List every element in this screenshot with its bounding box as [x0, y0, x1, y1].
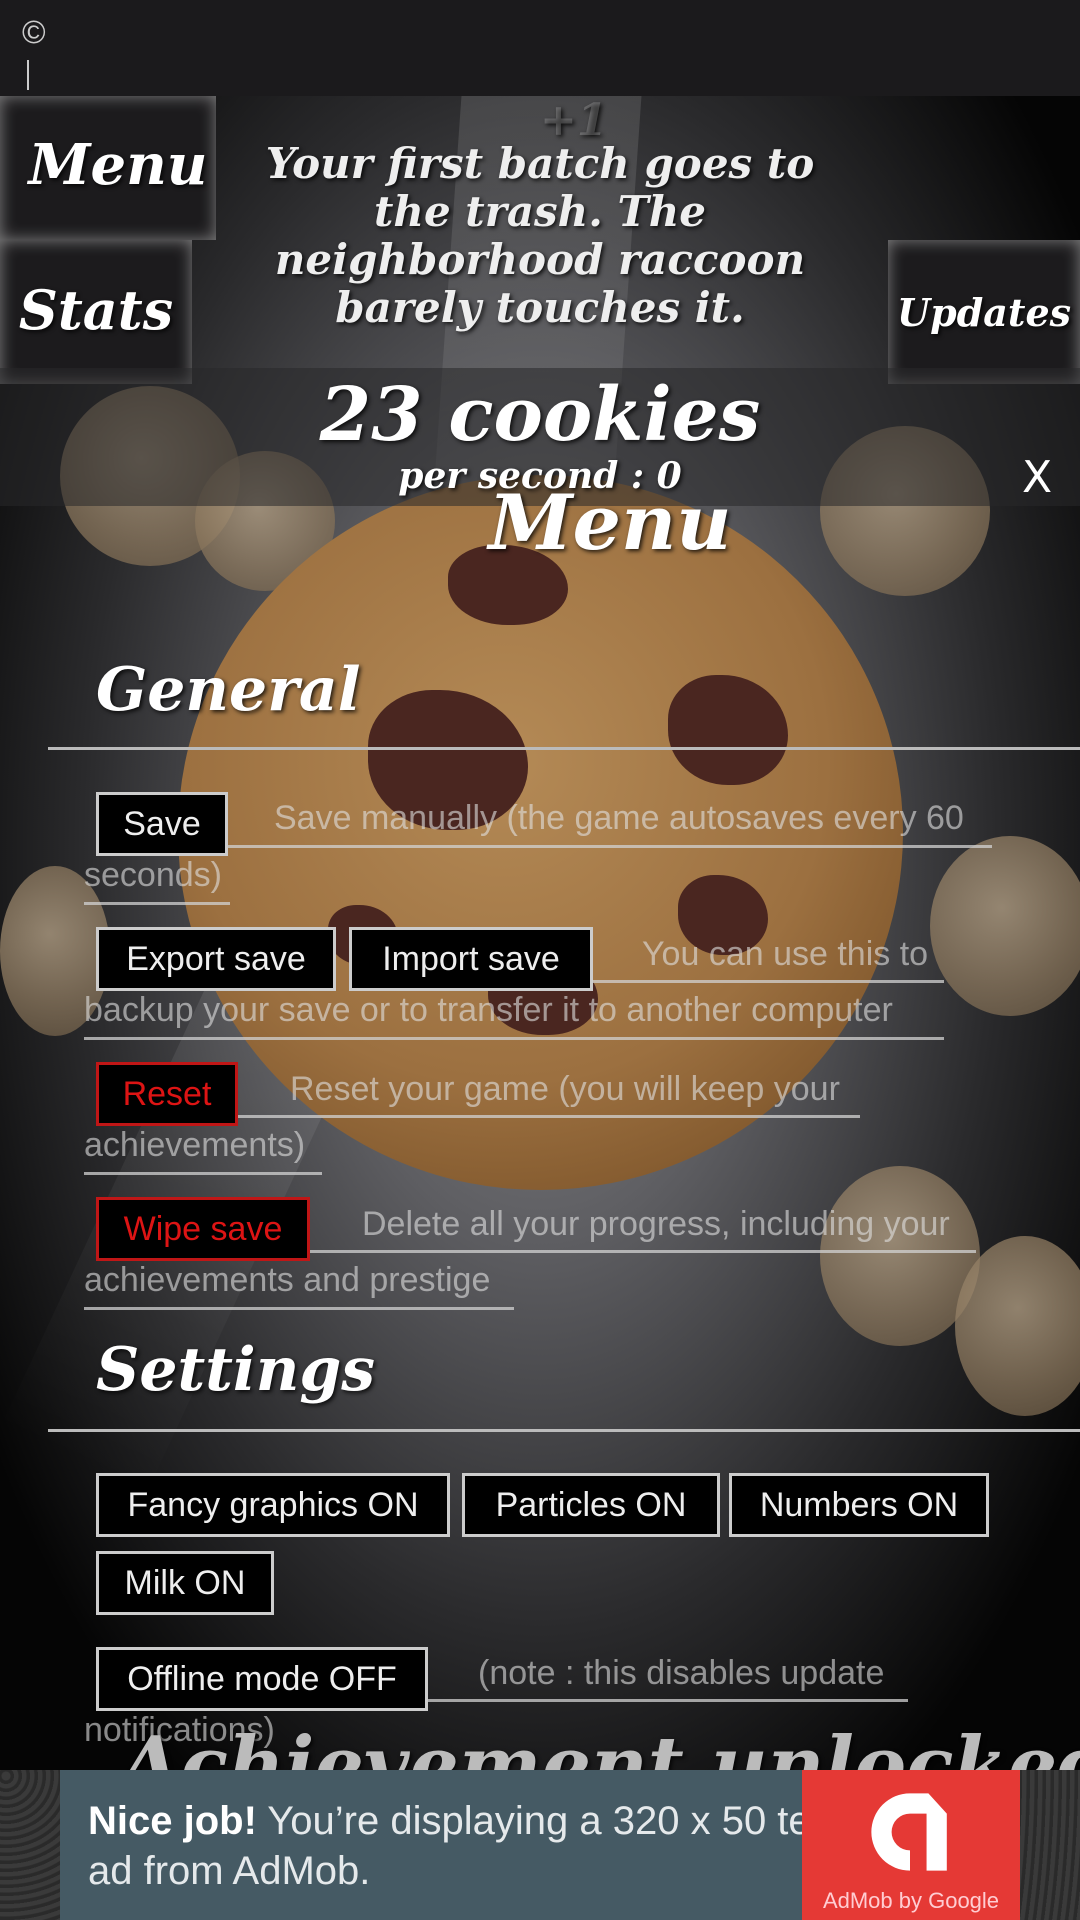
description-underline	[84, 1172, 322, 1175]
import-save-button[interactable]: Import save	[349, 927, 593, 991]
export-save-button[interactable]: Export save	[96, 927, 336, 991]
reset-button[interactable]: Reset	[96, 1062, 238, 1126]
admob-icon	[871, 1793, 947, 1871]
general-section-title: General	[96, 655, 361, 725]
description-underline	[592, 980, 944, 983]
wipe-save-button[interactable]: Wipe save	[96, 1197, 310, 1261]
reset-description: Reset your game (you will keep your	[290, 1070, 840, 1108]
background-cookie	[955, 1236, 1080, 1416]
offline-mode-toggle[interactable]: Offline mode OFF	[96, 1647, 428, 1711]
menu-button-label: Menu	[28, 132, 208, 198]
ad-banner[interactable]: Nice job! You’re displaying a 320 x 50 t…	[60, 1770, 1020, 1920]
menu-title: Menu	[488, 478, 732, 567]
description-underline	[238, 1115, 860, 1118]
description-underline	[84, 902, 230, 905]
section-divider	[48, 1429, 1080, 1432]
particles-toggle[interactable]: Particles ON	[462, 1473, 720, 1537]
settings-section-title: Settings	[96, 1335, 376, 1405]
save-description-cont: seconds)	[84, 856, 222, 894]
news-ticker: Your first batch goes to the trash. The …	[265, 139, 815, 332]
description-underline	[84, 1307, 514, 1310]
status-bar: ©	[0, 0, 1080, 96]
ad-text: Nice job! You’re displaying a 320 x 50 t…	[88, 1796, 848, 1896]
numbers-toggle[interactable]: Numbers ON	[729, 1473, 989, 1537]
copyright-icon: ©	[22, 14, 46, 50]
admob-brand-label: AdMob by Google	[822, 1888, 1000, 1913]
updates-button-label: Updates	[896, 290, 1072, 335]
updates-button[interactable]: Updates	[888, 240, 1080, 384]
export-import-description-cont: backup your save or to transfer it to an…	[84, 991, 893, 1029]
description-underline	[84, 1037, 944, 1040]
admob-logo: AdMob by Google	[802, 1770, 1020, 1920]
cookie-count: 23 cookies	[319, 372, 761, 458]
chocolate-chip	[668, 675, 788, 785]
stats-button[interactable]: Stats	[0, 240, 192, 384]
offline-mode-description: (note : this disables update	[478, 1654, 885, 1692]
wipe-description: Delete all your progress, including your	[362, 1205, 950, 1243]
save-description: Save manually (the game autosaves every …	[274, 799, 964, 837]
reset-description-cont: achievements)	[84, 1126, 306, 1164]
menu-button[interactable]: Menu	[0, 96, 216, 240]
fancy-graphics-toggle[interactable]: Fancy graphics ON	[96, 1473, 450, 1537]
ad-headline: Nice job!	[88, 1799, 257, 1843]
background-cookie	[930, 836, 1080, 1016]
description-underline	[228, 845, 992, 848]
description-underline	[428, 1699, 908, 1702]
export-import-description: You can use this to	[642, 935, 929, 973]
section-divider	[48, 747, 1080, 750]
wipe-description-cont: achievements and prestige	[84, 1261, 491, 1299]
stats-button-label: Stats	[18, 278, 174, 342]
description-underline	[310, 1250, 976, 1253]
text-cursor	[27, 60, 29, 90]
save-button[interactable]: Save	[96, 792, 228, 856]
milk-toggle[interactable]: Milk ON	[96, 1551, 274, 1615]
